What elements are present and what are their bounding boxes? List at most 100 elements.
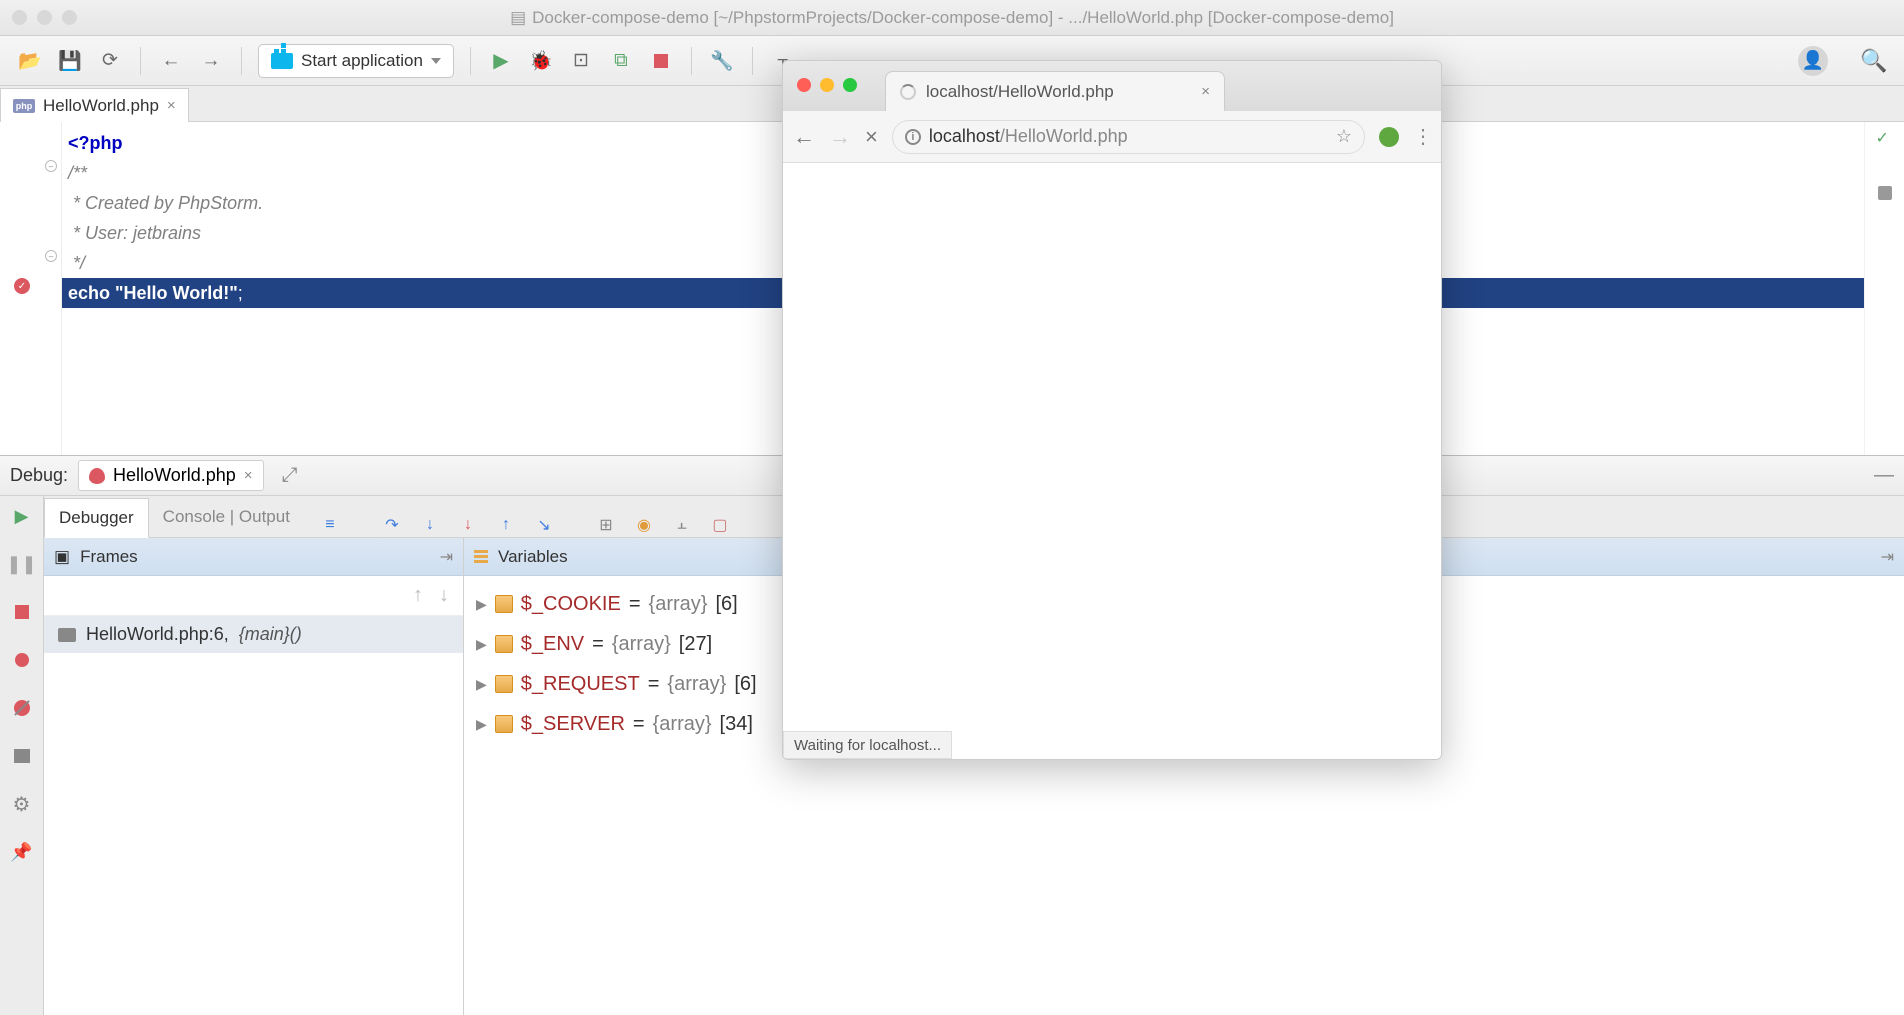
collapse-icon[interactable]: ⤢ [282, 464, 298, 487]
browser-toolbar: ← → × i localhost/HelloWorld.php ☆ ⋮ [783, 111, 1441, 163]
open-icon[interactable]: 📂 [16, 47, 44, 75]
site-info-icon[interactable]: i [905, 129, 921, 145]
fold-icon[interactable]: – [45, 160, 57, 172]
frame-row[interactable]: HelloWorld.php:6, {main}() [44, 616, 463, 653]
expand-icon[interactable]: ▶ [476, 664, 487, 704]
window-title-text: Docker-compose-demo [~/PhpstormProjects/… [532, 8, 1394, 28]
restore-layout-icon[interactable]: ▢ [708, 513, 732, 537]
scrollbar-thumb[interactable] [1878, 186, 1892, 200]
docker-icon [271, 53, 293, 69]
address-bar[interactable]: i localhost/HelloWorld.php ☆ [892, 120, 1365, 154]
close-tab-icon[interactable]: × [167, 97, 176, 114]
close-icon[interactable]: × [244, 467, 253, 484]
close-icon[interactable] [12, 10, 27, 25]
code-comment: * Created by PhpStorm. [68, 193, 263, 213]
debug-label: Debug: [10, 465, 68, 486]
back-icon[interactable]: ← [793, 124, 815, 150]
editor-tab[interactable]: php HelloWorld.php × [0, 88, 189, 122]
frames-title: Frames [80, 547, 138, 567]
extension-icon[interactable] [1379, 127, 1399, 147]
evaluate-icon[interactable]: ⊞ [594, 513, 618, 537]
watches-icon[interactable]: ◉ [632, 513, 656, 537]
separator [470, 47, 471, 75]
step-into-icon[interactable]: ↓ [418, 513, 442, 537]
stop-reload-icon[interactable]: × [865, 124, 878, 150]
forward-icon[interactable]: → [197, 47, 225, 75]
sort-icon[interactable]: ⫠ [670, 513, 694, 537]
browser-mac-buttons [797, 78, 857, 92]
options-icon[interactable]: ⇥ [440, 547, 453, 567]
editor-tab-label: HelloWorld.php [43, 96, 159, 116]
run-config-select[interactable]: Start application [258, 44, 454, 78]
resume-icon[interactable]: ▶ [10, 504, 34, 528]
stop-icon[interactable] [10, 600, 34, 624]
debugger-tab[interactable]: Debugger [44, 498, 149, 538]
variables-icon [474, 550, 488, 564]
minimize-icon[interactable] [37, 10, 52, 25]
loading-spinner-icon [900, 84, 916, 100]
back-icon[interactable]: ← [157, 47, 185, 75]
coverage-icon[interactable]: ⊡ [567, 47, 595, 75]
expand-icon[interactable]: ▶ [476, 624, 487, 664]
save-icon[interactable]: 💾 [56, 47, 84, 75]
file-icon: ▤ [510, 8, 526, 28]
run-icon[interactable]: ▶ [487, 47, 515, 75]
forward-icon[interactable]: → [829, 124, 851, 150]
url-text: localhost/HelloWorld.php [929, 126, 1128, 147]
code-php-tag: <?php [68, 133, 123, 153]
console-tab[interactable]: Console | Output [149, 497, 304, 537]
bookmark-icon[interactable]: ☆ [1336, 126, 1352, 147]
run-to-cursor-icon[interactable]: ↘ [532, 513, 556, 537]
layout-icon[interactable] [10, 744, 34, 768]
separator [241, 47, 242, 75]
php-icon: php [13, 99, 35, 113]
array-icon [495, 595, 513, 613]
sync-icon[interactable]: ⟳ [96, 47, 124, 75]
search-icon[interactable]: 🔍 [1860, 47, 1888, 75]
next-frame-icon[interactable]: ↓ [439, 584, 449, 607]
separator [752, 47, 753, 75]
debug-left-toolbar: ▶ ❚❚ ⚙ 📌 [0, 496, 44, 1015]
debug-icon[interactable]: 🐞 [527, 47, 555, 75]
maximize-icon[interactable] [62, 10, 77, 25]
hide-icon[interactable]: — [1874, 464, 1894, 487]
browser-tabbar: localhost/HelloWorld.php × [783, 61, 1441, 111]
stop-icon[interactable] [647, 47, 675, 75]
view-breakpoints-icon[interactable] [10, 648, 34, 672]
expand-icon[interactable]: ▶ [476, 584, 487, 624]
minimize-icon[interactable] [820, 78, 834, 92]
show-exec-point-icon[interactable]: ≡ [318, 513, 342, 537]
editor-markers: ✓ [1864, 122, 1904, 455]
browser-tab-title: localhost/HelloWorld.php [926, 82, 1114, 102]
account-icon[interactable]: 👤 [1798, 46, 1828, 76]
maximize-icon[interactable] [843, 78, 857, 92]
profile-icon[interactable]: ⧉ [607, 47, 635, 75]
prev-frame-icon[interactable]: ↑ [413, 584, 423, 607]
mute-breakpoints-icon[interactable] [10, 696, 34, 720]
frame-icon [58, 628, 76, 642]
pause-icon[interactable]: ❚❚ [10, 552, 34, 576]
debug-session-tab[interactable]: HelloWorld.php × [78, 460, 264, 491]
browser-tab[interactable]: localhost/HelloWorld.php × [885, 71, 1225, 111]
array-icon [495, 635, 513, 653]
frames-icon: ▣ [54, 547, 70, 567]
bug-icon [89, 468, 105, 484]
close-icon[interactable] [797, 78, 811, 92]
step-over-icon[interactable]: ↷ [380, 513, 404, 537]
fold-icon[interactable]: – [45, 250, 57, 262]
gutter[interactable]: – – ✓ [0, 122, 62, 455]
force-step-into-icon[interactable]: ↓ [456, 513, 480, 537]
expand-icon[interactable]: ▶ [476, 704, 487, 744]
settings-icon[interactable]: ⚙ [10, 792, 34, 816]
breakpoint-active-icon[interactable]: ✓ [14, 278, 30, 294]
pin-icon[interactable]: 📌 [10, 840, 34, 864]
browser-viewport: Waiting for localhost... [783, 163, 1441, 759]
window-titlebar: ▤ Docker-compose-demo [~/PhpstormProject… [0, 0, 1904, 36]
tools-icon[interactable]: 🔧 [708, 47, 736, 75]
inspections-ok-icon[interactable]: ✓ [1876, 128, 1894, 146]
close-tab-icon[interactable]: × [1201, 83, 1210, 100]
menu-icon[interactable]: ⋮ [1413, 124, 1431, 149]
variables-title: Variables [498, 547, 568, 567]
options-icon[interactable]: ⇥ [1881, 547, 1894, 567]
step-out-icon[interactable]: ↑ [494, 513, 518, 537]
